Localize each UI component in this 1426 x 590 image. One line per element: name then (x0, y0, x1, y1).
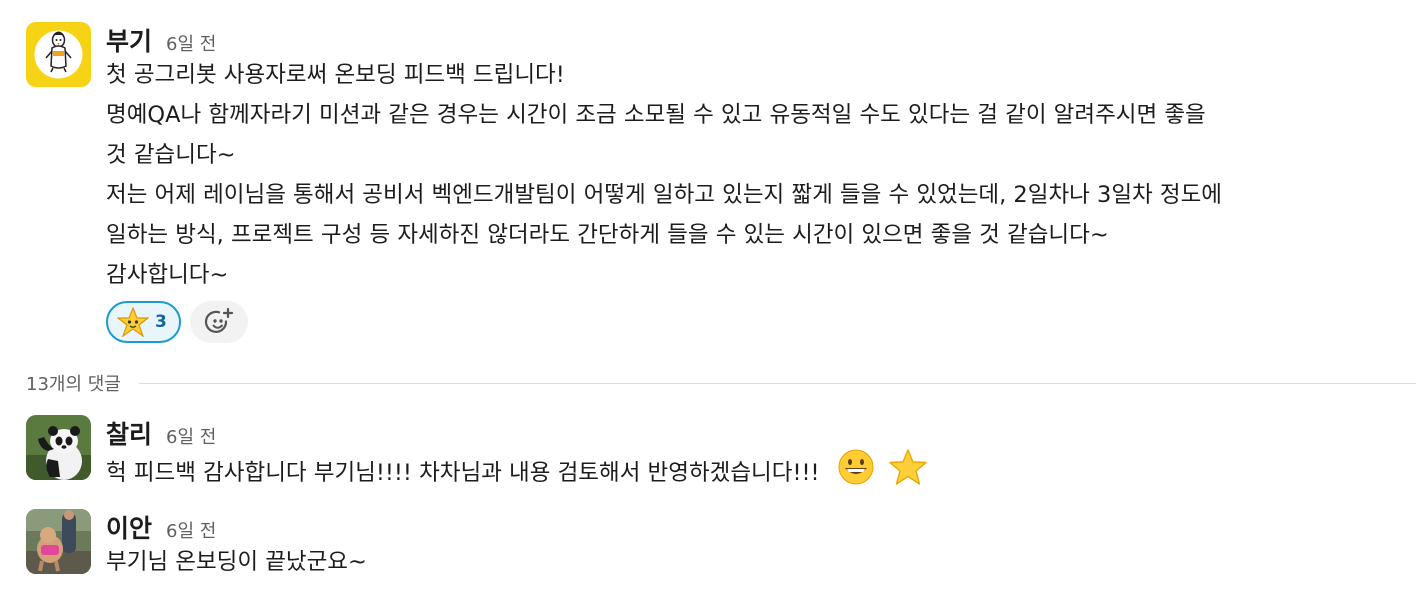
message-body: 부기 6일 전 첫 공그리봇 사용자로써 온보딩 피드백 드립니다! 명예QA나… (106, 22, 1426, 343)
star-icon (888, 448, 928, 499)
thread-view: 부기 6일 전 첫 공그리봇 사용자로써 온보딩 피드백 드립니다! 명예QA나… (0, 0, 1426, 590)
star-struck-icon (117, 307, 149, 337)
penguin-icon (26, 22, 91, 87)
message-reply: 찰리 6일 전 헉 피드백 감사합니다 부기님!!!! 차차님과 내용 검토해서… (26, 415, 1426, 495)
dog-photo-icon (26, 509, 91, 574)
message-header: 찰리 6일 전 (106, 415, 1426, 449)
avatar-boogi[interactable] (26, 22, 91, 87)
replies-count-label: 13개의 댓글 (26, 374, 121, 395)
avatar-charlie[interactable] (26, 415, 91, 480)
reaction-count: 3 (155, 312, 167, 332)
message-line: 명예QA나 함께자라기 미션과 같은 경우는 시간이 조금 소모될 수 있고 유… (106, 102, 1206, 128)
timestamp[interactable]: 6일 전 (166, 30, 216, 56)
avatar-ian[interactable] (26, 509, 91, 574)
message-header: 이안 6일 전 (106, 509, 1426, 543)
message-line: 것 같습니다~ (106, 142, 236, 168)
message-text: 헉 피드백 감사합니다 부기님!!!! 차차님과 내용 검토해서 반영하겠습니다… (106, 448, 1426, 499)
grinning-face-icon (837, 448, 875, 499)
message-line: 일하는 방식, 프로젝트 구성 등 자세하진 않더라도 간단하게 들을 수 있는… (106, 222, 1109, 248)
message-parent: 부기 6일 전 첫 공그리봇 사용자로써 온보딩 피드백 드립니다! 명예QA나… (26, 22, 1426, 352)
message-line: 첫 공그리봇 사용자로써 온보딩 피드백 드립니다! (106, 62, 565, 88)
timestamp[interactable]: 6일 전 (166, 517, 216, 543)
message-header: 부기 6일 전 (106, 22, 1426, 56)
reaction-bar: 3 (106, 301, 1426, 343)
add-reaction-button[interactable] (189, 301, 248, 343)
message-line: 헉 피드백 감사합니다 부기님!!!! 차차님과 내용 검토해서 반영하겠습니다… (106, 460, 820, 486)
author-name[interactable]: 찰리 (106, 415, 152, 451)
message-reply: 이안 6일 전 부기님 온보딩이 끝났군요~ (26, 509, 1426, 579)
timestamp[interactable]: 6일 전 (166, 423, 216, 449)
author-name[interactable]: 부기 (106, 22, 152, 58)
message-line: 감사합니다~ (106, 262, 229, 288)
replies-divider: 13개의 댓글 (26, 369, 1416, 397)
message-text: 부기님 온보딩이 끝났군요~ (106, 549, 367, 575)
divider-line (138, 382, 1416, 384)
add-emoji-icon (204, 307, 233, 333)
message-body: 이안 6일 전 부기님 온보딩이 끝났군요~ (106, 509, 1426, 582)
author-name[interactable]: 이안 (106, 509, 152, 545)
panda-icon (26, 415, 91, 480)
message-body: 찰리 6일 전 헉 피드백 감사합니다 부기님!!!! 차차님과 내용 검토해서… (106, 415, 1426, 499)
reaction-star-struck[interactable]: 3 (106, 301, 181, 343)
message-text: 첫 공그리봇 사용자로써 온보딩 피드백 드립니다! 명예QA나 함께자라기 미… (106, 55, 1426, 295)
message-line: 저는 어제 레이님을 통해서 공비서 벡엔드개발팀이 어떻게 일하고 있는지 짧… (106, 182, 1222, 208)
